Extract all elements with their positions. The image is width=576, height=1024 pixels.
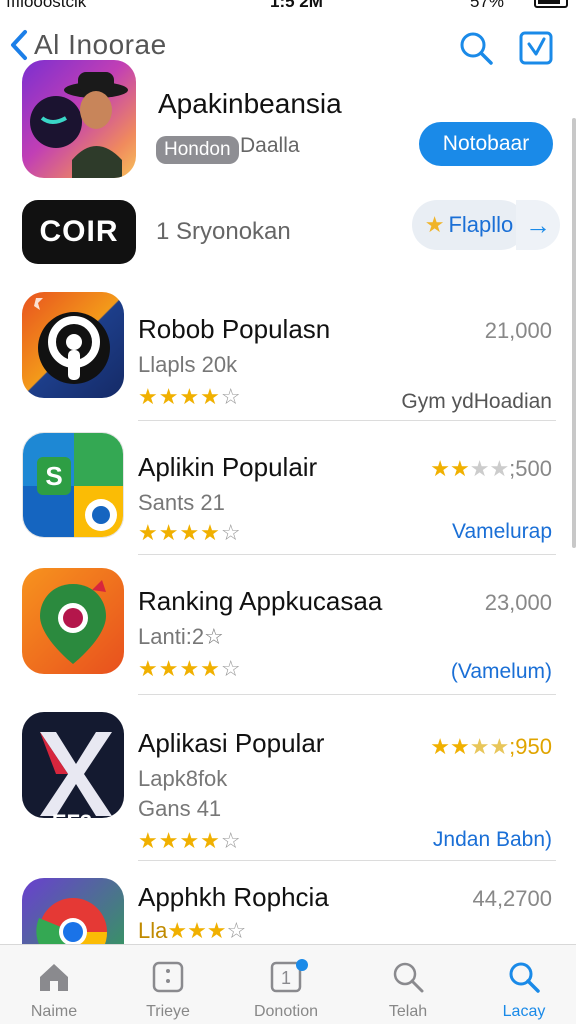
app-meta: Lanti:2☆ [138, 624, 224, 649]
download-count: 21,000 [484, 318, 552, 343]
app-link[interactable]: (Vamelum) [451, 660, 552, 684]
app-name: Robob Populasn [138, 314, 331, 344]
get-button[interactable]: Notobaar [419, 122, 553, 166]
featured-app-subtitle: Daalla [240, 134, 300, 157]
tab-label: Lacay [502, 1003, 546, 1020]
list-item[interactable]: Robob Populasn Llapls 20k ★★★★☆ 21,000 G… [0, 292, 576, 422]
person-avatar-icon [30, 72, 128, 178]
tab-telah[interactable]: Telah [358, 953, 458, 1023]
category-chip[interactable]: Hondon [156, 136, 239, 164]
search-icon [509, 962, 540, 993]
back-label: Al Inoorae [34, 29, 167, 60]
back-button[interactable]: Al Inoorae [8, 28, 167, 62]
tab-trieye[interactable]: Trieye [118, 953, 218, 1023]
tab-bar: Naime Trieye 1 Donotion Telah Lacay [0, 944, 576, 1024]
podcast-app-icon [22, 292, 124, 398]
featured-app-icon [22, 60, 136, 178]
battery-icon [534, 0, 568, 8]
status-time: 1:5 2M [270, 0, 323, 11]
svg-text:S: S [45, 461, 62, 491]
tab-home[interactable]: Naime [4, 953, 104, 1023]
carrier-label: ııılooostcik [6, 0, 87, 11]
search-icon [393, 962, 424, 993]
app-name: Aplikin Populair [138, 452, 318, 482]
featured-app-title: Apakinbeansia [158, 88, 342, 119]
list-item[interactable]: Ranking Appkucasaa Lanti:2☆ ★★★★☆ 23,000… [0, 568, 576, 694]
promo-logo-text: COIR [39, 215, 119, 248]
star-rating: ★★★★☆ [138, 828, 242, 853]
tab-label: Donotion [253, 1003, 319, 1020]
app-link[interactable]: Gym ydHoadian [401, 390, 552, 414]
status-bar: ııılooostcik 1:5 2M 57% [0, 0, 576, 14]
tab-search[interactable]: Lacay [474, 953, 574, 1023]
svg-text:1: 1 [281, 968, 291, 988]
divider [138, 420, 556, 421]
divider [138, 694, 556, 695]
star-icon: ★ [424, 212, 445, 237]
tab-notification[interactable]: 1 Donotion [236, 953, 336, 1023]
app-meta-text: Lla [138, 918, 168, 943]
star-rating: ★★★★☆ [138, 520, 242, 545]
tab-label: Telah [388, 1003, 428, 1020]
divider [138, 860, 556, 861]
home-icon [40, 964, 68, 991]
notification-badge [296, 959, 308, 971]
grid-icon [152, 961, 184, 993]
promo-logo: COIR [22, 200, 136, 264]
sheets-app-icon: S [22, 432, 124, 538]
chevron-left-icon [11, 30, 27, 60]
promo-row[interactable]: COIR 1 Sryonokan ★ Flapllo → [0, 200, 576, 266]
app-name: Ranking Appkucasaa [138, 586, 383, 616]
download-count: 44,2700 [472, 886, 552, 911]
app-meta: Sants 21 [138, 490, 225, 515]
app-name: Apphkh Rophcia [138, 882, 329, 912]
star-rating: ★★★★☆ [138, 656, 242, 681]
battery-percent: 57% [470, 0, 505, 11]
divider [138, 554, 556, 555]
rating-count: ;500 [509, 456, 552, 481]
scroll-indicator[interactable] [572, 118, 576, 548]
arrow-right-icon[interactable]: → [516, 200, 560, 250]
tab-label: Trieye [146, 1003, 190, 1020]
promo-text: 1 Sryonokan [156, 218, 291, 245]
promo-button[interactable]: ★ Flapllo [412, 200, 526, 250]
list-item[interactable]: EF3 Aplikasi Popular Lapk8fok Gans 41 ★★… [0, 712, 576, 862]
app-name: Aplikasi Popular [138, 728, 325, 758]
app-rating-summary: ★★★★;500 [430, 456, 552, 481]
svg-text:EF3: EF3 [52, 810, 92, 818]
app-meta: Lapk8fok [138, 766, 228, 791]
rating-count: ;950 [509, 734, 552, 759]
app-rating-summary: ★★★★;950 [430, 734, 552, 759]
download-count: 23,000 [484, 590, 552, 615]
promo-button-label: Flapllo [448, 212, 514, 237]
app-meta-secondary: Gans 41 [138, 796, 222, 821]
featured-app[interactable]: Apakinbeansia Hondon Daalla Notobaar [0, 58, 576, 188]
star-rating: ★★★★☆ [138, 384, 242, 409]
x-app-icon: EF3 [22, 712, 124, 818]
app-meta: Llapls 20k [138, 352, 238, 377]
app-link[interactable]: Vamelurap [452, 520, 552, 544]
list-item[interactable]: S Aplikin Populair Sants 21 ★★★★☆ ★★★★;5… [0, 432, 576, 556]
app-link[interactable]: Jndan Babn) [433, 828, 552, 852]
maps-app-icon [22, 568, 124, 674]
app-meta: Lla★★★☆ [138, 918, 247, 943]
tab-label: Naime [30, 1003, 78, 1020]
